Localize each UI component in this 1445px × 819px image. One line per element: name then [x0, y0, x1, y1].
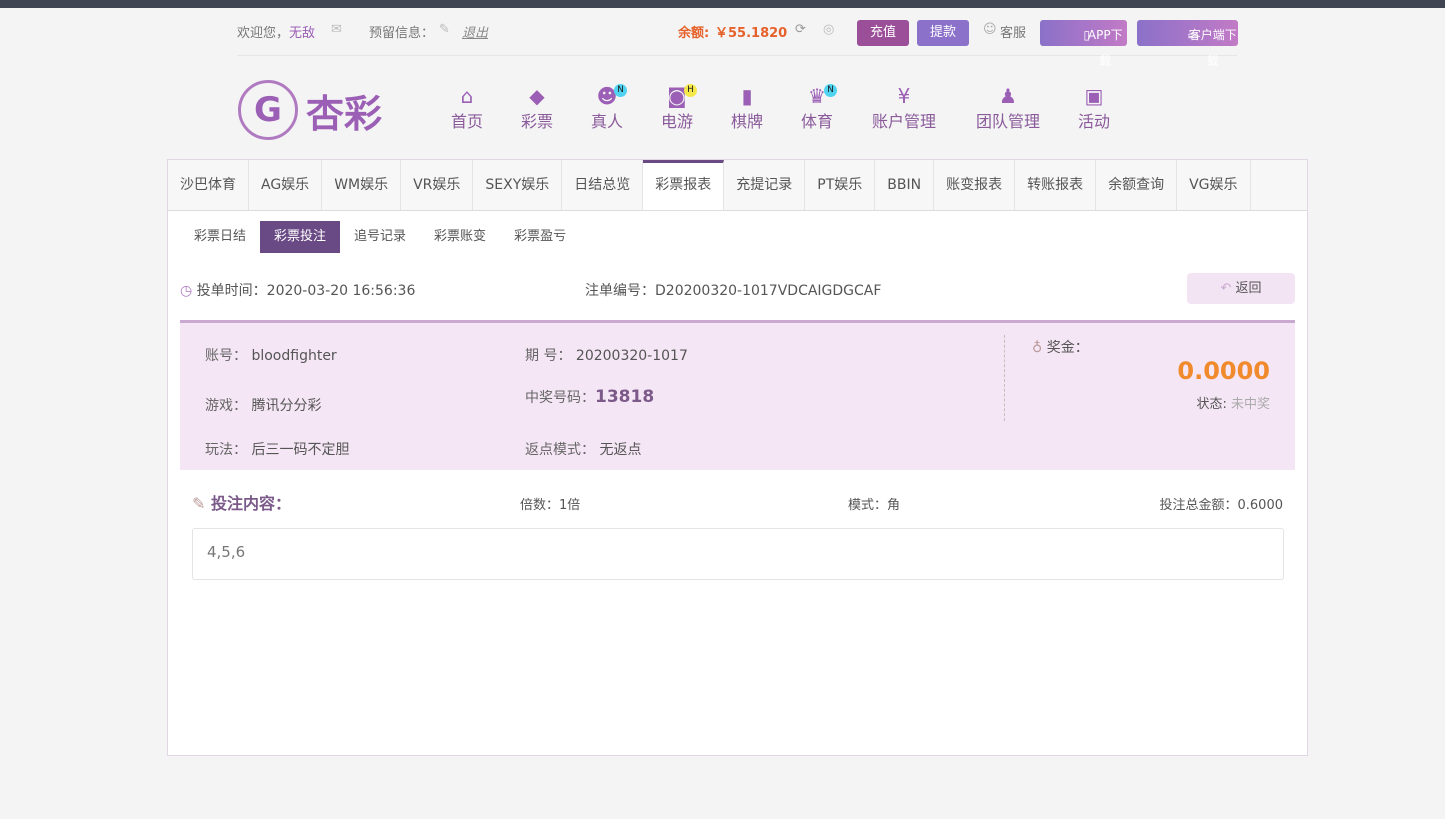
tab-lottery-report[interactable]: 彩票报表 [643, 160, 725, 210]
subtab-lottery-account-change[interactable]: 彩票账变 [420, 221, 500, 253]
mail-icon[interactable]: ✉ [331, 22, 342, 37]
mode-value: 角 [887, 498, 901, 513]
live-dealer-icon: ☻ [596, 84, 618, 108]
logo-text: 杏彩 [306, 91, 383, 136]
prize-value: 0.0000 [1177, 357, 1270, 385]
ticket-icon: ◆ [529, 84, 545, 108]
total-value: 0.6000 [1237, 498, 1284, 513]
order-id: 注单编号：D20200320-1017VDCAIGDGCAF [585, 283, 882, 299]
nav-team[interactable]: ♟ 团队管理 [958, 84, 1058, 132]
username-link[interactable]: 无敌 [289, 22, 315, 41]
bet-content-title: ✎ 投注内容： [192, 494, 291, 513]
balance-value: ￥55.1820 [715, 26, 788, 41]
tab-daily-overview[interactable]: 日结总览 [562, 160, 644, 210]
balance-label: 余额: [678, 26, 710, 41]
account-value: bloodfighter [251, 348, 337, 364]
main-nav: ⌂ 首页 ◆ 彩票 ☻ N 真人 ◙ H 电游 ▮ 棋牌 ♛ N 体育 ¥ 账户管理 ♟ 团队管理 ▣… [430, 84, 1130, 132]
customer-service-link[interactable]: 客服 [1000, 22, 1026, 41]
service-icon: ☺ [983, 22, 997, 37]
edit-icon[interactable]: ✎ [439, 22, 450, 37]
tab-vg[interactable]: VG娱乐 [1177, 160, 1251, 210]
play-value: 后三一码不定胆 [251, 442, 350, 458]
status-value: 未中奖 [1230, 397, 1270, 412]
tab-account-change[interactable]: 账变报表 [934, 160, 1016, 210]
nav-home[interactable]: ⌂ 首页 [430, 84, 504, 132]
nav-egame[interactable]: ◙ H 电游 [644, 84, 710, 132]
back-button[interactable]: ↶ 返回 [1187, 273, 1295, 304]
bet-detail-card: 账号： bloodfighter 游戏： 腾讯分分彩 玩法： 后三一码不定胆 期… [180, 320, 1295, 470]
rebate-value: 无返点 [599, 442, 642, 458]
nav-activity[interactable]: ▣ 活动 [1058, 84, 1130, 132]
gamepad-icon: ◙ [667, 84, 687, 108]
logo-emblem-icon: G [238, 80, 298, 140]
tab-bbin[interactable]: BBIN [875, 160, 935, 210]
team-icon: ♟ [999, 84, 1017, 108]
divider [1004, 335, 1005, 421]
subtab-lottery-daily[interactable]: 彩票日结 [180, 221, 260, 253]
nav-sports[interactable]: ♛ N 体育 [784, 84, 850, 132]
subtab-lottery-bets[interactable]: 彩票投注 [260, 221, 341, 253]
yen-icon: ¥ [897, 84, 911, 108]
order-time: ◷ 投单时间：2020-03-20 16:56:36 [180, 283, 416, 299]
bet-content-box: 4,5,6 [192, 528, 1284, 580]
refresh-icon[interactable]: ⟳ [795, 22, 806, 37]
note-icon: ✎ [192, 494, 211, 513]
reserved-info-label: 预留信息： [369, 26, 435, 41]
trophy-icon: ♛ [808, 84, 826, 108]
browser-tab-strip [0, 0, 1445, 8]
tab-deposit-records[interactable]: 充提记录 [724, 160, 806, 210]
tab-ag[interactable]: AG娱乐 [249, 160, 323, 210]
money-bag-icon: ♁ [1032, 340, 1047, 356]
subtab-chase-records[interactable]: 追号记录 [340, 221, 420, 253]
report-panel: 沙巴体育 AG娱乐 WM娱乐 VR娱乐 SEXY娱乐 日结总览 彩票报表 充提记… [167, 159, 1308, 756]
tab-transfer-report[interactable]: 转账报表 [1015, 160, 1097, 210]
tab-sexy[interactable]: SEXY娱乐 [473, 160, 563, 210]
gift-icon: ▣ [1084, 84, 1104, 108]
deposit-button[interactable]: 充值 [857, 20, 909, 46]
nav-chess[interactable]: ▮ 棋牌 [710, 84, 784, 132]
client-download-button[interactable]: ▭ 客户端下载 [1137, 20, 1238, 68]
issue-value: 20200320-1017 [575, 348, 688, 364]
tab-vr[interactable]: VR娱乐 [401, 160, 474, 210]
back-arrow-icon: ↶ [1220, 281, 1236, 296]
game-value: 腾讯分分彩 [251, 398, 322, 414]
nav-account[interactable]: ¥ 账户管理 [850, 84, 958, 132]
report-tabs: 沙巴体育 AG娱乐 WM娱乐 VR娱乐 SEXY娱乐 日结总览 彩票报表 充提记… [168, 160, 1307, 211]
logout-link[interactable]: 退出 [462, 22, 488, 41]
hide-eye-icon[interactable]: ◎ [823, 22, 834, 37]
home-icon: ⌂ [460, 84, 474, 108]
clock-icon: ◷ [180, 283, 197, 299]
multiple-value: 1倍 [559, 498, 581, 513]
tab-saba[interactable]: 沙巴体育 [168, 160, 249, 210]
welcome-text: 欢迎您， [237, 26, 290, 41]
subtab-lottery-profit[interactable]: 彩票盈亏 [500, 221, 580, 253]
app-download-button[interactable]: ▯ APP下载 [1040, 20, 1127, 68]
cards-icon: ▮ [741, 84, 753, 108]
nav-live[interactable]: ☻ N 真人 [570, 84, 644, 132]
logo[interactable]: G 杏彩 [238, 80, 382, 140]
tab-balance-query[interactable]: 余额查询 [1096, 160, 1178, 210]
winning-number: 13818 [595, 387, 655, 407]
nav-lottery[interactable]: ◆ 彩票 [504, 84, 570, 132]
sub-tabs: 彩票日结 彩票投注 追号记录 彩票账变 彩票盈亏 [180, 221, 1307, 253]
tab-pt[interactable]: PT娱乐 [805, 160, 876, 210]
withdraw-button[interactable]: 提款 [917, 20, 969, 46]
tab-wm[interactable]: WM娱乐 [322, 160, 402, 210]
top-bar: 欢迎您， 无敌 ✉ 预留信息： ✎ 退出 余额: ￥55.1820 ⟳ ◎ 充值… [237, 20, 1238, 68]
